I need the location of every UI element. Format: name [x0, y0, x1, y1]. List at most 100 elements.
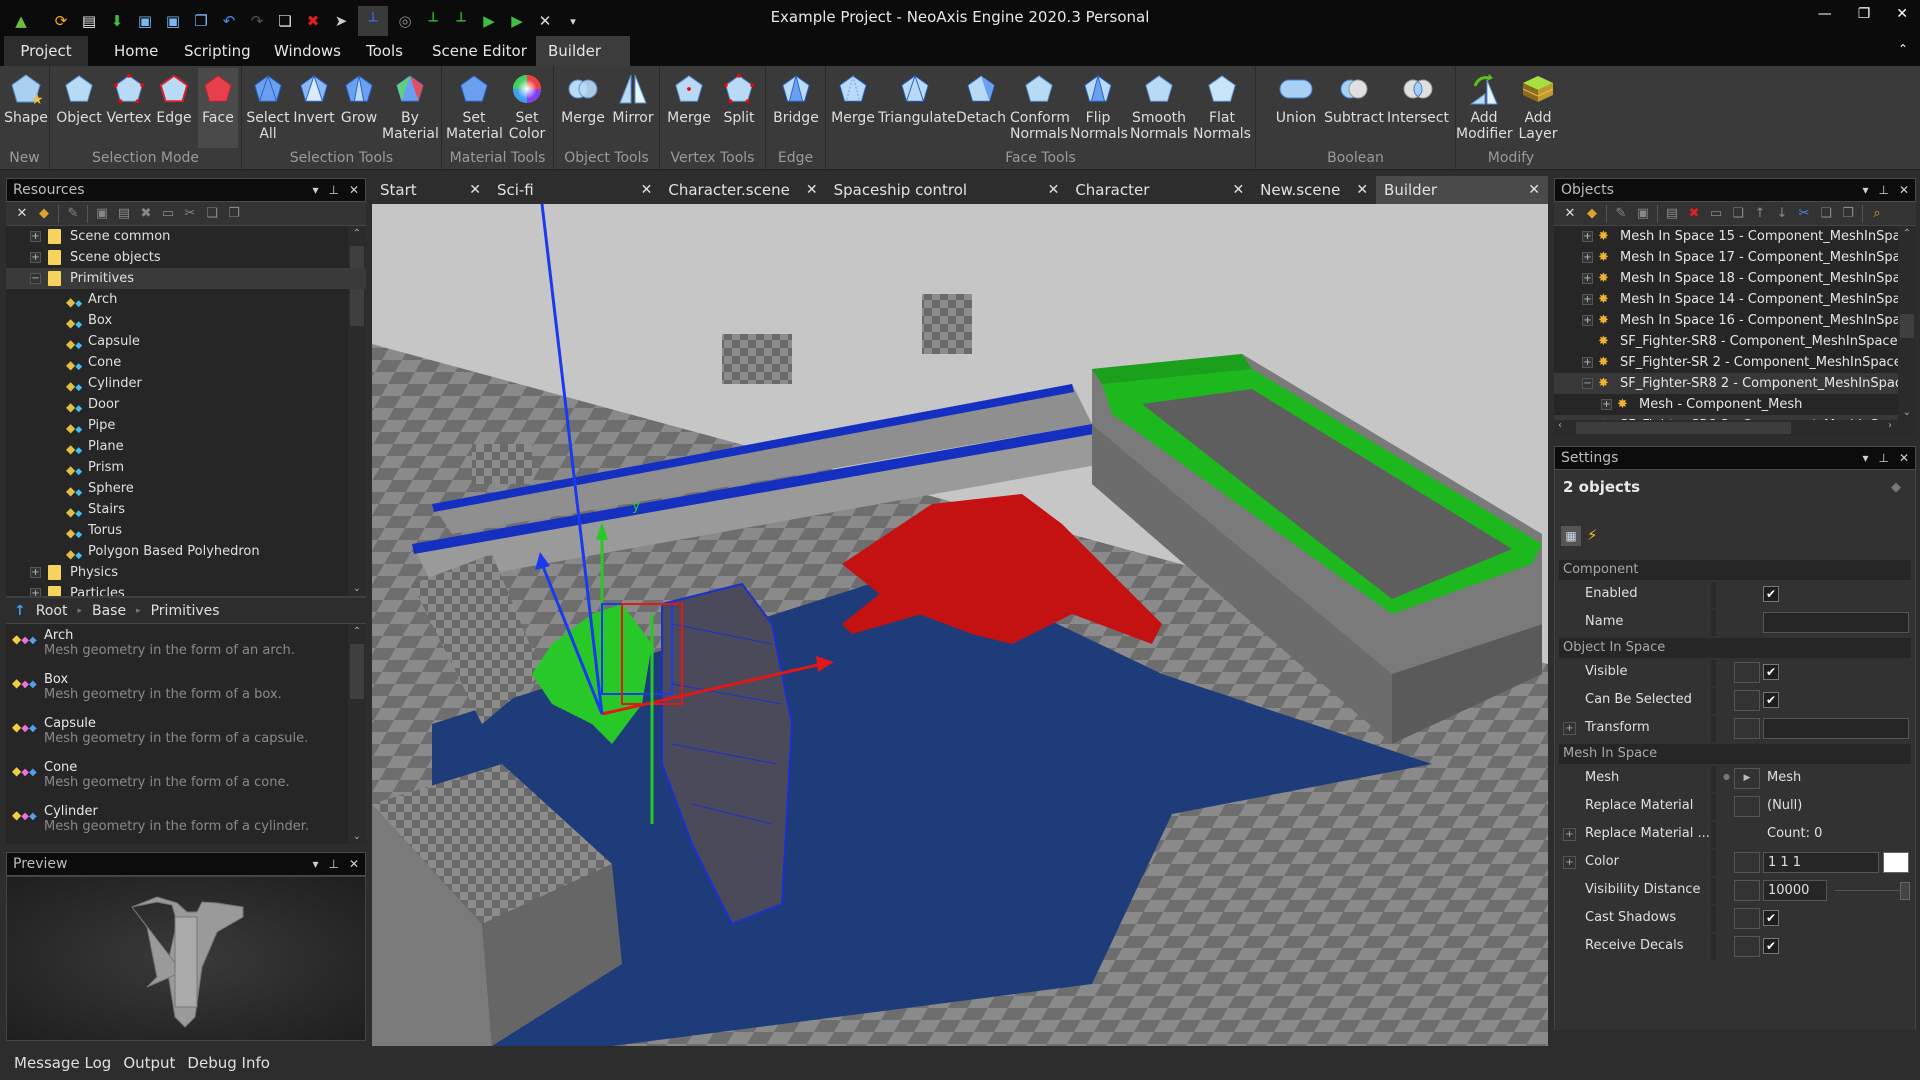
resource-list-item[interactable]: ◆◆◆ Capsule Mesh geometry in the form of… — [6, 712, 366, 756]
object-tree-row[interactable]: + ✸ Mesh In Space 16 - Component_MeshInSpa… — [1554, 310, 1916, 331]
mirror-button[interactable]: Mirror — [610, 68, 656, 148]
tree-item[interactable]: ◆◆ Box — [6, 310, 366, 331]
tree-item[interactable]: ◆◆ Polygon Based Polyhedron — [6, 541, 366, 562]
tree-item[interactable]: ◆◆ Sphere — [6, 478, 366, 499]
edit-icon[interactable]: ✎ — [1613, 206, 1629, 221]
tree-item[interactable]: ◆◆ Cone — [6, 352, 366, 373]
rename-icon[interactable]: ▭ — [160, 206, 176, 221]
object-tree-row[interactable]: + ✸ SF_Fighter-SR 2 - Component_MeshInSpac… — [1554, 352, 1916, 373]
intersect-button[interactable]: Intersect — [1386, 68, 1450, 148]
expand-reference-icon[interactable]: ▶ — [1734, 768, 1760, 789]
close-tab-icon[interactable]: ✕ — [1356, 176, 1368, 204]
expand-property-icon[interactable]: + — [1563, 828, 1576, 841]
triangulate-button[interactable]: Triangulate — [878, 68, 956, 148]
tree-item[interactable]: ◆◆ Arch — [6, 289, 366, 310]
pin-icon[interactable]: ⊥ — [1878, 179, 1888, 201]
document-tab[interactable]: Character.scene ✕ — [660, 176, 825, 204]
close-tab-icon[interactable]: ✕ — [1528, 176, 1540, 204]
tree-folder[interactable]: − Primitives — [6, 268, 366, 289]
set-material-button[interactable]: Set Material — [446, 68, 503, 148]
vertex-split-button[interactable]: Split — [716, 68, 762, 148]
edit-icon[interactable]: ✎ — [65, 206, 81, 221]
document-tab[interactable]: Start Page ✕ — [372, 176, 489, 227]
object-tree-row[interactable]: ✸ SF_Fighter-SR8 - Component_MeshInSpace — [1554, 331, 1916, 352]
reset-default-box[interactable] — [1734, 662, 1760, 683]
reset-default-box[interactable] — [1734, 852, 1760, 873]
minimize-button[interactable]: — — [1818, 6, 1832, 22]
visibility-distance-input[interactable]: 10000 — [1763, 880, 1827, 901]
expand-toggle[interactable]: + — [1582, 315, 1593, 326]
breadcrumb-base[interactable]: Base — [92, 603, 126, 619]
copy-icon[interactable]: ❏ — [1818, 206, 1834, 221]
vertex-merge-button[interactable]: Merge — [664, 68, 714, 148]
flat-normals-button[interactable]: Flat Normals — [1192, 68, 1252, 148]
document-tab[interactable]: New.scene ✕ — [1252, 176, 1376, 204]
close-tab-icon[interactable]: ✕ — [806, 176, 818, 204]
document-tab[interactable]: Character 2D.scene ✕ — [1067, 176, 1252, 227]
close-panel-icon[interactable]: ✕ — [349, 853, 359, 875]
expand-toggle[interactable]: + — [30, 252, 41, 263]
cut-icon[interactable]: ✂ — [182, 206, 198, 221]
close-panel-icon[interactable]: ✕ — [1899, 447, 1909, 469]
object-merge-button[interactable]: Merge — [558, 68, 608, 148]
properties-tab-icon[interactable]: ▦ — [1561, 526, 1581, 546]
tab-tools[interactable]: Tools — [354, 36, 415, 66]
settings-tools-icon[interactable]: ✕ — [14, 206, 30, 221]
paste-icon[interactable]: ❐ — [1840, 206, 1856, 221]
face-mode-button[interactable]: Face — [198, 68, 238, 148]
move-up-icon[interactable]: ↑ — [1752, 206, 1768, 221]
close-panel-icon[interactable]: ✕ — [349, 179, 359, 201]
union-button[interactable]: Union — [1270, 68, 1322, 148]
pin-icon[interactable]: ⊥ — [328, 853, 338, 875]
close-tab-icon[interactable]: ✕ — [469, 176, 481, 204]
property-checkbox[interactable]: ✔ — [1763, 586, 1779, 602]
tab-home[interactable]: Home — [102, 36, 170, 66]
shape-button[interactable]: ★ Shape — [4, 68, 48, 148]
expand-property-icon[interactable]: + — [1563, 856, 1576, 869]
tab-output[interactable]: Output — [123, 1046, 175, 1080]
property-checkbox[interactable]: ✔ — [1763, 692, 1779, 708]
panel-menu-icon[interactable]: ▾ — [312, 179, 318, 201]
object-tree-row[interactable]: + ✸ Mesh In Space 15 - Component_MeshInSpa… — [1554, 226, 1916, 247]
object-tree-row[interactable]: + ✸ Mesh - Component_Mesh — [1554, 394, 1916, 415]
panel-menu-icon[interactable]: ▾ — [1862, 179, 1868, 201]
expand-property-icon[interactable]: + — [1563, 722, 1576, 735]
objects-horizontal-scrollbar[interactable]: ‹ › — [1554, 420, 1916, 436]
edge-mode-button[interactable]: Edge — [154, 68, 194, 148]
move-down-icon[interactable]: ↓ — [1774, 206, 1790, 221]
tree-folder[interactable]: + Physics — [6, 562, 366, 583]
breadcrumb-root[interactable]: Root — [36, 603, 68, 619]
close-button[interactable]: ✕ — [1896, 6, 1908, 22]
flip-normals-button[interactable]: Flip Normals — [1070, 68, 1128, 148]
resource-list-item[interactable]: ◆◆◆ Cone Mesh geometry in the form of a … — [6, 756, 366, 800]
pin-icon[interactable]: ⊥ — [328, 179, 338, 201]
reset-default-box[interactable] — [1734, 880, 1760, 901]
restore-button[interactable]: ❐ — [1858, 6, 1871, 22]
new-folder-icon[interactable]: ▣ — [94, 206, 110, 221]
color-swatch[interactable] — [1883, 852, 1909, 873]
objects-scrollbar[interactable]: ⌃ ⌄ — [1898, 226, 1916, 420]
expand-toggle[interactable]: + — [1582, 357, 1593, 368]
tree-folder[interactable]: + Scene common — [6, 226, 366, 247]
tree-item[interactable]: ◆◆ Capsule — [6, 331, 366, 352]
bridge-button[interactable]: Bridge — [770, 68, 822, 148]
resource-list-item[interactable]: ◆◆◆ Box Mesh geometry in the form of a b… — [6, 668, 366, 712]
expand-toggle[interactable]: + — [30, 567, 41, 578]
detach-button[interactable]: Detach — [954, 68, 1008, 148]
reset-default-box[interactable] — [1734, 796, 1760, 817]
property-value[interactable]: Mesh — [1767, 770, 1801, 785]
reset-default-box[interactable] — [1734, 908, 1760, 929]
panel-menu-icon[interactable]: ▾ — [312, 853, 318, 875]
tab-message-log[interactable]: Message Log — [14, 1046, 111, 1080]
object-tree-row[interactable]: + ✸ Mesh In Space 17 - Component_MeshInSpa… — [1554, 247, 1916, 268]
reset-default-box[interactable] — [1734, 690, 1760, 711]
expand-toggle[interactable]: + — [1582, 273, 1593, 284]
color-input[interactable]: 1 1 1 — [1763, 852, 1879, 873]
property-text-input[interactable] — [1763, 612, 1909, 633]
up-arrow-icon[interactable]: ↑ — [14, 603, 26, 619]
tab-windows[interactable]: Windows — [262, 36, 353, 66]
document-tab[interactable]: Sci-fi Demo.scene ✕ — [489, 176, 660, 227]
paste-icon[interactable]: ❐ — [226, 206, 242, 221]
resource-list-item[interactable]: ◆◆◆ Arch Mesh geometry in the form of an… — [6, 624, 366, 668]
vertex-mode-button[interactable]: Vertex — [106, 68, 152, 148]
